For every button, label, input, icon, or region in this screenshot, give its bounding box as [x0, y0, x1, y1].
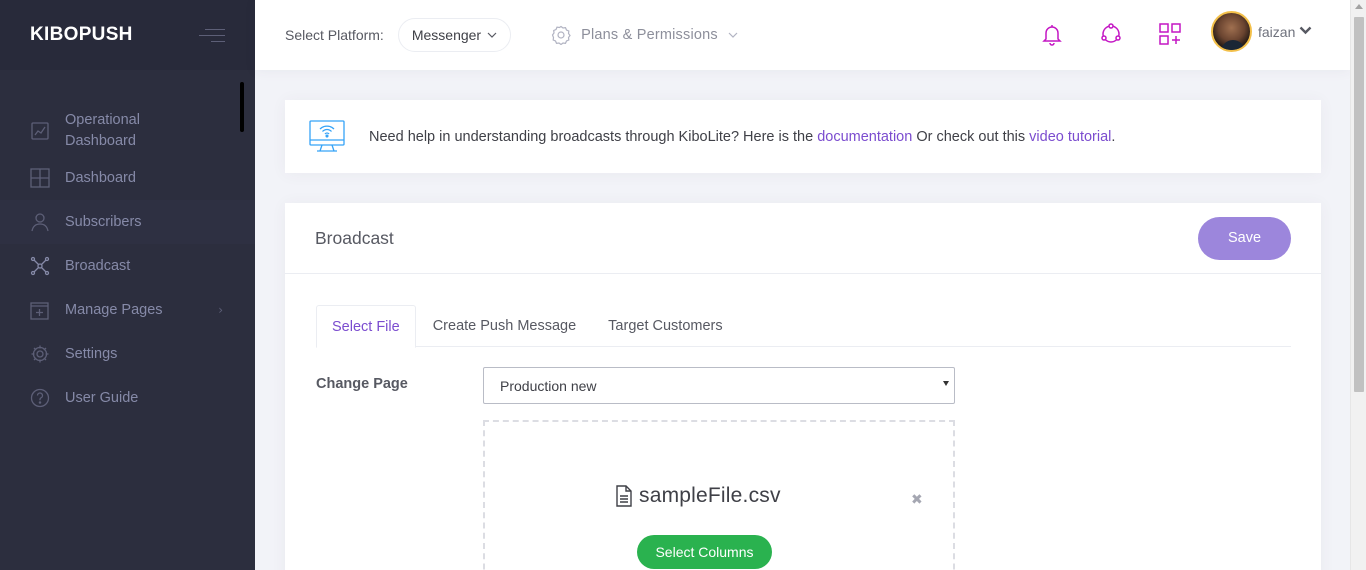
selected-page-value: Production new	[500, 377, 597, 394]
card-header: Broadcast Save	[285, 203, 1321, 274]
sidebar-item-manage-pages[interactable]: Manage Pages ›	[0, 288, 255, 332]
chevron-down-icon	[1299, 24, 1312, 39]
sidebar-item-label: Manage Pages	[65, 301, 163, 318]
sidebar-item-label: Broadcast	[65, 257, 131, 274]
file-icon	[615, 485, 633, 507]
sidebar-item-subscribers[interactable]: Subscribers	[0, 200, 255, 244]
file-dropzone[interactable]: sampleFile.csv ✖ Select Columns	[483, 420, 955, 570]
sidebar-item-label: User Guide	[65, 389, 139, 406]
sidebar-item-operational-dashboard[interactable]: Operational Dashboard	[0, 108, 255, 154]
share-nodes-icon[interactable]	[1099, 19, 1123, 49]
wizard-tabs: Select File Create Push Message Target C…	[316, 305, 1291, 348]
chevron-down-icon	[728, 30, 738, 41]
help-icon	[30, 388, 50, 408]
chevron-down-icon	[487, 30, 497, 41]
sidebar-item-label: Subscribers	[65, 213, 142, 230]
save-button[interactable]: Save	[1198, 216, 1291, 260]
remove-file-button[interactable]: ✖	[911, 492, 923, 508]
page-scrollbar[interactable]	[1350, 0, 1366, 570]
change-page-label: Change Page	[316, 376, 408, 392]
select-columns-button[interactable]: Select Columns	[637, 535, 772, 569]
gear-icon	[30, 344, 50, 364]
platform-value: Messenger	[411, 27, 482, 43]
monitor-wifi-icon	[309, 119, 345, 154]
plans-permissions-menu[interactable]: Plans & Permissions	[551, 25, 738, 46]
sidebar-menu: Operational Dashboard Dashboard Subscrib…	[0, 70, 255, 420]
broadcast-card: Broadcast Save Select File Create Push M…	[285, 203, 1321, 570]
help-text: Need help in understanding broadcasts th…	[369, 128, 1116, 145]
user-icon	[30, 212, 50, 232]
sidebar-item-dashboard[interactable]: Dashboard	[0, 156, 255, 200]
user-menu[interactable]: faizan	[1211, 11, 1312, 52]
scrollbar-thumb[interactable]	[1354, 17, 1364, 392]
add-square-icon	[30, 300, 50, 320]
apps-add-icon[interactable]	[1158, 19, 1182, 49]
top-header: Select Platform: Messenger Plans & Permi…	[255, 0, 1350, 70]
file-name: sampleFile.csv	[639, 484, 781, 507]
sidebar-item-broadcast[interactable]: Broadcast	[0, 244, 255, 288]
sidebar-item-user-guide[interactable]: User Guide	[0, 376, 255, 420]
network-icon	[30, 256, 50, 276]
sidebar-toggle-button[interactable]	[199, 26, 225, 44]
platform-label: Select Platform:	[285, 27, 384, 43]
tab-select-file[interactable]: Select File	[316, 305, 416, 348]
help-banner: Need help in understanding broadcasts th…	[285, 100, 1321, 173]
tab-create-push-message[interactable]: Create Push Message	[418, 305, 591, 347]
caret-down-icon	[943, 381, 949, 386]
sidebar-item-label: Operational Dashboard	[65, 112, 140, 149]
documentation-link[interactable]: documentation	[817, 129, 912, 145]
sidebar-item-settings[interactable]: Settings	[0, 332, 255, 376]
gear-icon	[551, 25, 571, 46]
sidebar-item-label: Settings	[65, 345, 118, 362]
brand-bar: KIBOPUSH	[0, 0, 255, 70]
header-icon-group	[1040, 19, 1217, 49]
page-title: Broadcast	[315, 227, 394, 248]
scroll-up-arrow-icon[interactable]	[1355, 4, 1363, 9]
sidebar-item-label: Dashboard	[65, 169, 136, 186]
video-tutorial-link[interactable]: video tutorial	[1029, 129, 1111, 145]
brand-logo[interactable]: KIBOPUSH	[30, 24, 133, 46]
page-select[interactable]: Production new	[483, 367, 955, 404]
avatar[interactable]	[1211, 11, 1252, 52]
platform-dropdown[interactable]: Messenger	[397, 18, 512, 52]
username: faizan	[1258, 23, 1296, 40]
bell-icon[interactable]	[1040, 19, 1064, 49]
tab-target-customers[interactable]: Target Customers	[593, 305, 737, 347]
sidebar: KIBOPUSH Operational Dashboard Dashboard…	[0, 0, 255, 570]
chevron-right-icon: ›	[218, 303, 223, 317]
grid-icon	[30, 168, 50, 188]
chart-icon	[30, 121, 50, 141]
uploaded-file: sampleFile.csv	[615, 484, 781, 508]
plans-permissions-label: Plans & Permissions	[581, 27, 718, 43]
